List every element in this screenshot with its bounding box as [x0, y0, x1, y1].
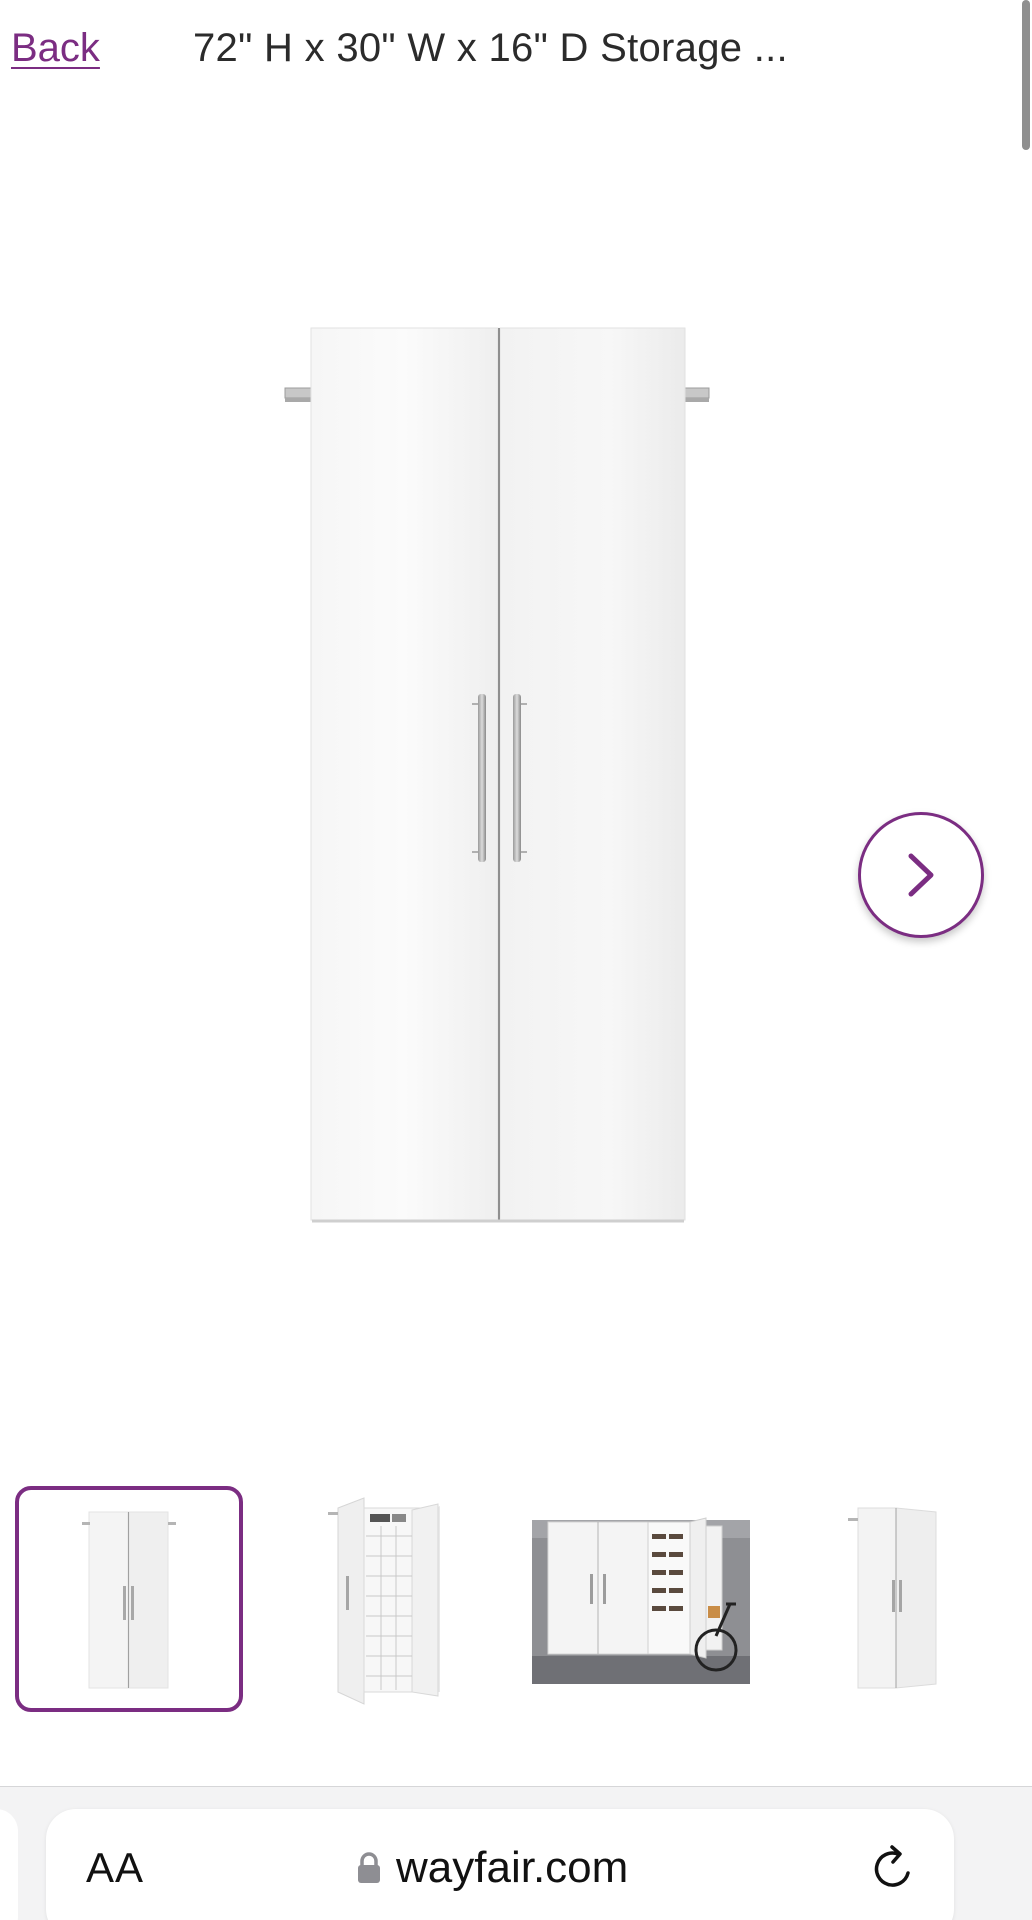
- address-bar[interactable]: AA wayfair.com: [46, 1809, 954, 1920]
- text-size-button[interactable]: AA: [86, 1843, 144, 1893]
- thumbnail-1[interactable]: [15, 1486, 243, 1712]
- thumbnail-2[interactable]: [300, 1486, 480, 1712]
- next-image-button[interactable]: [858, 812, 984, 938]
- back-link[interactable]: Back: [11, 22, 100, 74]
- header: Back 72" H x 30" W x 16" D Storage ...: [0, 0, 1032, 100]
- url-group[interactable]: wayfair.com: [356, 1841, 628, 1895]
- thumbnail-4[interactable]: [820, 1486, 960, 1712]
- reload-icon: [874, 1845, 910, 1887]
- cabinet-closed-front-thumb: [82, 1511, 176, 1689]
- cabinet-garage-scene-thumb: [532, 1517, 750, 1684]
- main-product-image[interactable]: [0, 100, 1032, 1430]
- cabinet-open-shoe-rack-thumb: [328, 1497, 440, 1705]
- url-text: wayfair.com: [396, 1843, 629, 1892]
- thumbnail-strip: [0, 1486, 1032, 1716]
- lock-icon: [358, 1852, 380, 1883]
- product-page: Back 72" H x 30" W x 16" D Storage ... A…: [0, 0, 1032, 1920]
- reload-button[interactable]: [868, 1843, 920, 1895]
- page-title: 72" H x 30" W x 16" D Storage ...: [193, 26, 788, 70]
- cabinet-image: [284, 327, 710, 1223]
- cabinet-closed-angled-thumb: [848, 1507, 937, 1689]
- chevron-right-icon: [908, 853, 934, 897]
- previous-tab-edge[interactable]: [0, 1809, 18, 1920]
- browser-toolbar: AA wayfair.com: [0, 1786, 1032, 1920]
- thumbnail-3[interactable]: [530, 1486, 752, 1712]
- text-size-label: AA: [86, 1844, 145, 1891]
